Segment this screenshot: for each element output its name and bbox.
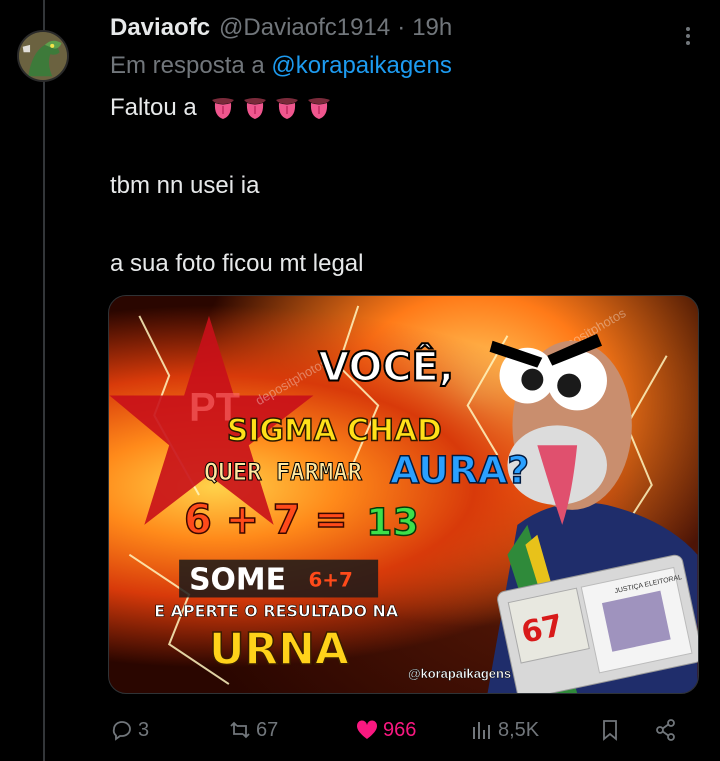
tongue-emoji-icon bbox=[211, 98, 234, 119]
bookmark-icon bbox=[603, 720, 617, 741]
separator-dot: · bbox=[397, 14, 406, 41]
avatar[interactable] bbox=[17, 30, 69, 82]
aperte-text: E APERTE O RESULTADO NA bbox=[154, 601, 399, 620]
reply-prefix: Em resposta a bbox=[110, 52, 265, 79]
views-button[interactable]: 8,5K bbox=[470, 712, 539, 748]
share-button[interactable] bbox=[654, 712, 682, 748]
retweet-count: 67 bbox=[256, 718, 279, 741]
reply-icon bbox=[112, 721, 131, 741]
bookmark-button[interactable] bbox=[598, 712, 626, 748]
tweet-line-1: Faltou a bbox=[110, 92, 690, 124]
avatar-image bbox=[19, 32, 67, 80]
tweet-image[interactable]: PT depositphotos depositphotos VOCÊ, SIG… bbox=[108, 295, 699, 694]
thread-line bbox=[43, 0, 45, 761]
views-icon bbox=[473, 722, 490, 739]
tongue-emoji-icon bbox=[275, 98, 298, 119]
tongue-emoji-icon bbox=[307, 98, 330, 119]
timestamp[interactable]: 19h bbox=[412, 14, 452, 42]
meme-image: PT depositphotos depositphotos VOCÊ, SIG… bbox=[109, 305, 698, 693]
retweet-icon bbox=[230, 721, 250, 739]
reply-button[interactable]: 3 bbox=[110, 712, 149, 748]
like-count: 966 bbox=[383, 718, 417, 741]
author-handle[interactable]: @Daviaofc1914 bbox=[219, 14, 390, 42]
tongue-emoji-icon bbox=[243, 98, 266, 119]
reply-context: Em resposta a @korapaikagens bbox=[110, 52, 690, 84]
sigma-text: SIGMA CHAD bbox=[227, 413, 442, 448]
more-options-icon[interactable] bbox=[678, 24, 698, 48]
tweet-text: Faltou a tbm nn usei ia a sua foto ficou… bbox=[110, 92, 690, 280]
heart-icon bbox=[356, 720, 378, 739]
some-text: SOME bbox=[189, 563, 286, 598]
author-name[interactable]: Daviaofc bbox=[110, 14, 210, 42]
tweet-header: Daviaofc @Daviaofc1914 · 19h bbox=[110, 14, 690, 48]
views-count: 8,5K bbox=[498, 718, 540, 741]
credit-text: @korapaikagens bbox=[408, 666, 511, 681]
tweet-actions: 3 67 966 8,5K bbox=[110, 712, 690, 748]
urna-text: URNA bbox=[209, 624, 349, 675]
tweet-line-3: a sua foto ficou mt legal bbox=[110, 250, 364, 277]
equation-right-text: 13 bbox=[366, 500, 419, 544]
reply-handle-link[interactable]: @korapaikagens bbox=[271, 52, 451, 79]
quer-text: QUER FARMAR bbox=[204, 458, 363, 486]
share-icon bbox=[656, 719, 675, 741]
retweet-button[interactable]: 67 bbox=[228, 712, 278, 748]
reply-count: 3 bbox=[138, 718, 150, 741]
some-sub-text: 6+7 bbox=[308, 569, 352, 592]
tweet-body: Daviaofc @Daviaofc1914 · 19h Em resposta… bbox=[110, 14, 690, 280]
like-button[interactable]: 966 bbox=[355, 712, 416, 748]
aura-text: AURA? bbox=[390, 448, 529, 492]
tweet-line-2: tbm nn usei ia bbox=[110, 172, 260, 199]
voce-text: VOCÊ, bbox=[318, 344, 453, 391]
tweet-line-1-text: Faltou a bbox=[110, 94, 197, 121]
equation-left-text: 6 + 7 = bbox=[184, 497, 348, 543]
